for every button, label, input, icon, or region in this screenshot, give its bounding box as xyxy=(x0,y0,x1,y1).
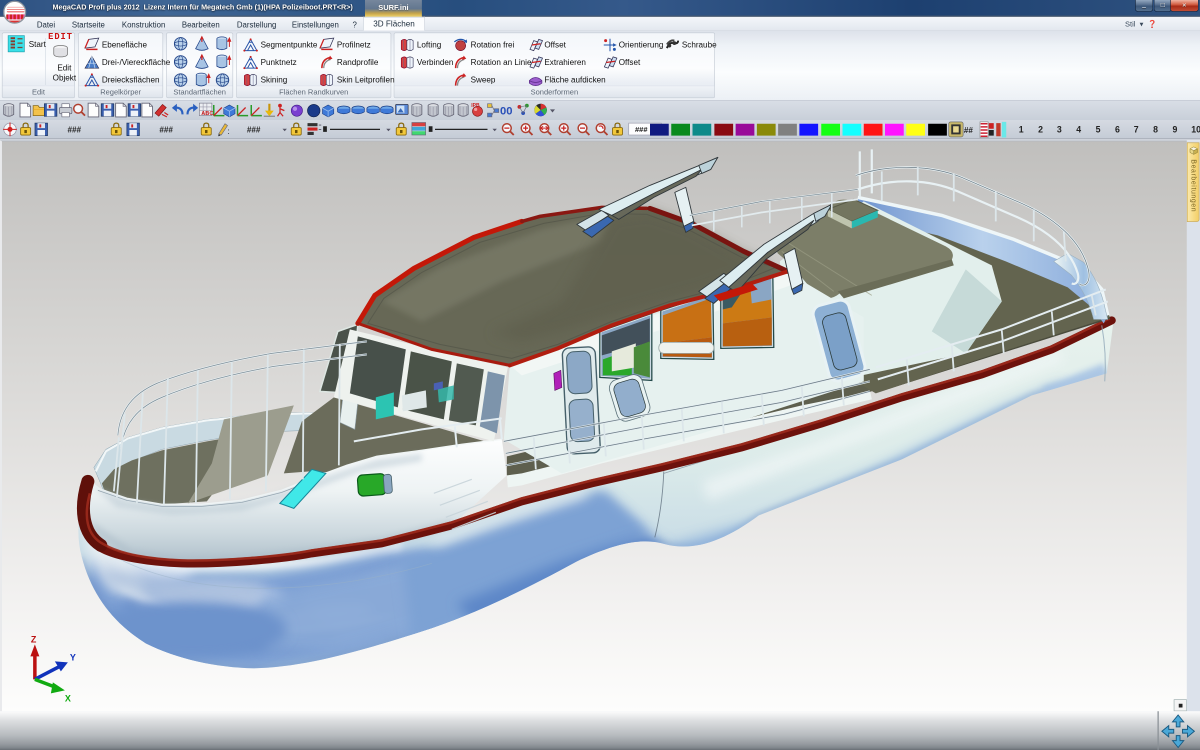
svg-text:1: 1 xyxy=(1019,125,1024,135)
svg-text:00: 00 xyxy=(500,105,513,117)
svg-text:Orientierung: Orientierung xyxy=(619,41,664,50)
svg-text:Fläche aufdicken: Fläche aufdicken xyxy=(544,76,605,85)
svg-text:Ebenefläche: Ebenefläche xyxy=(102,41,148,50)
svg-text:Schraube: Schraube xyxy=(682,41,717,50)
svg-text:Objekt: Objekt xyxy=(53,74,77,83)
svg-text:Sweep: Sweep xyxy=(471,76,496,85)
svg-text:Skining: Skining xyxy=(261,76,288,85)
svg-text:4: 4 xyxy=(1076,125,1081,135)
svg-text:5: 5 xyxy=(1096,125,1101,135)
svg-text:Drei-/Viereckfläche: Drei-/Viereckfläche xyxy=(102,58,171,67)
svg-text:3: 3 xyxy=(1057,125,1062,135)
svg-text:8: 8 xyxy=(1153,125,1158,135)
svg-text:Profilnetz: Profilnetz xyxy=(337,41,371,50)
svg-text:IPB: IPB xyxy=(471,103,480,109)
svg-text:Z: Z xyxy=(31,634,37,644)
svg-text:X: X xyxy=(65,693,71,703)
svg-text:###: ### xyxy=(68,126,82,135)
svg-text:Dreiecksflächen: Dreiecksflächen xyxy=(102,76,160,85)
svg-text:Rotation frei: Rotation frei xyxy=(471,41,515,50)
svg-text:###: ### xyxy=(635,125,648,134)
svg-text:EDIT: EDIT xyxy=(48,32,73,42)
svg-text::: : xyxy=(228,127,230,136)
svg-text:Segmentpunkte: Segmentpunkte xyxy=(261,41,318,50)
svg-text:Y: Y xyxy=(70,652,76,662)
svg-text:7: 7 xyxy=(1134,125,1139,135)
svg-text:Skin Leitprofilen: Skin Leitprofilen xyxy=(337,76,395,85)
svg-text:ABC: ABC xyxy=(201,111,213,117)
svg-text:Edit: Edit xyxy=(57,64,72,73)
svg-text:Punktnetz: Punktnetz xyxy=(261,58,297,67)
svg-text:###: ### xyxy=(247,126,261,135)
svg-text:Rotation an Linie: Rotation an Linie xyxy=(471,58,532,67)
svg-text:##: ## xyxy=(964,126,974,135)
svg-text:Lofting: Lofting xyxy=(417,41,441,50)
svg-text:Extrahieren: Extrahieren xyxy=(544,58,585,67)
svg-text:6: 6 xyxy=(1115,125,1120,135)
svg-text:Offset: Offset xyxy=(544,41,566,50)
svg-text:Start: Start xyxy=(29,40,47,49)
svg-text:10: 10 xyxy=(1191,125,1200,135)
svg-text:Offset: Offset xyxy=(619,58,641,67)
svg-text:9: 9 xyxy=(1173,125,1178,135)
svg-text:Randprofile: Randprofile xyxy=(337,58,379,67)
svg-text:Verbinden: Verbinden xyxy=(417,58,454,67)
svg-text:###: ### xyxy=(159,126,173,135)
svg-text:2: 2 xyxy=(1038,125,1043,135)
